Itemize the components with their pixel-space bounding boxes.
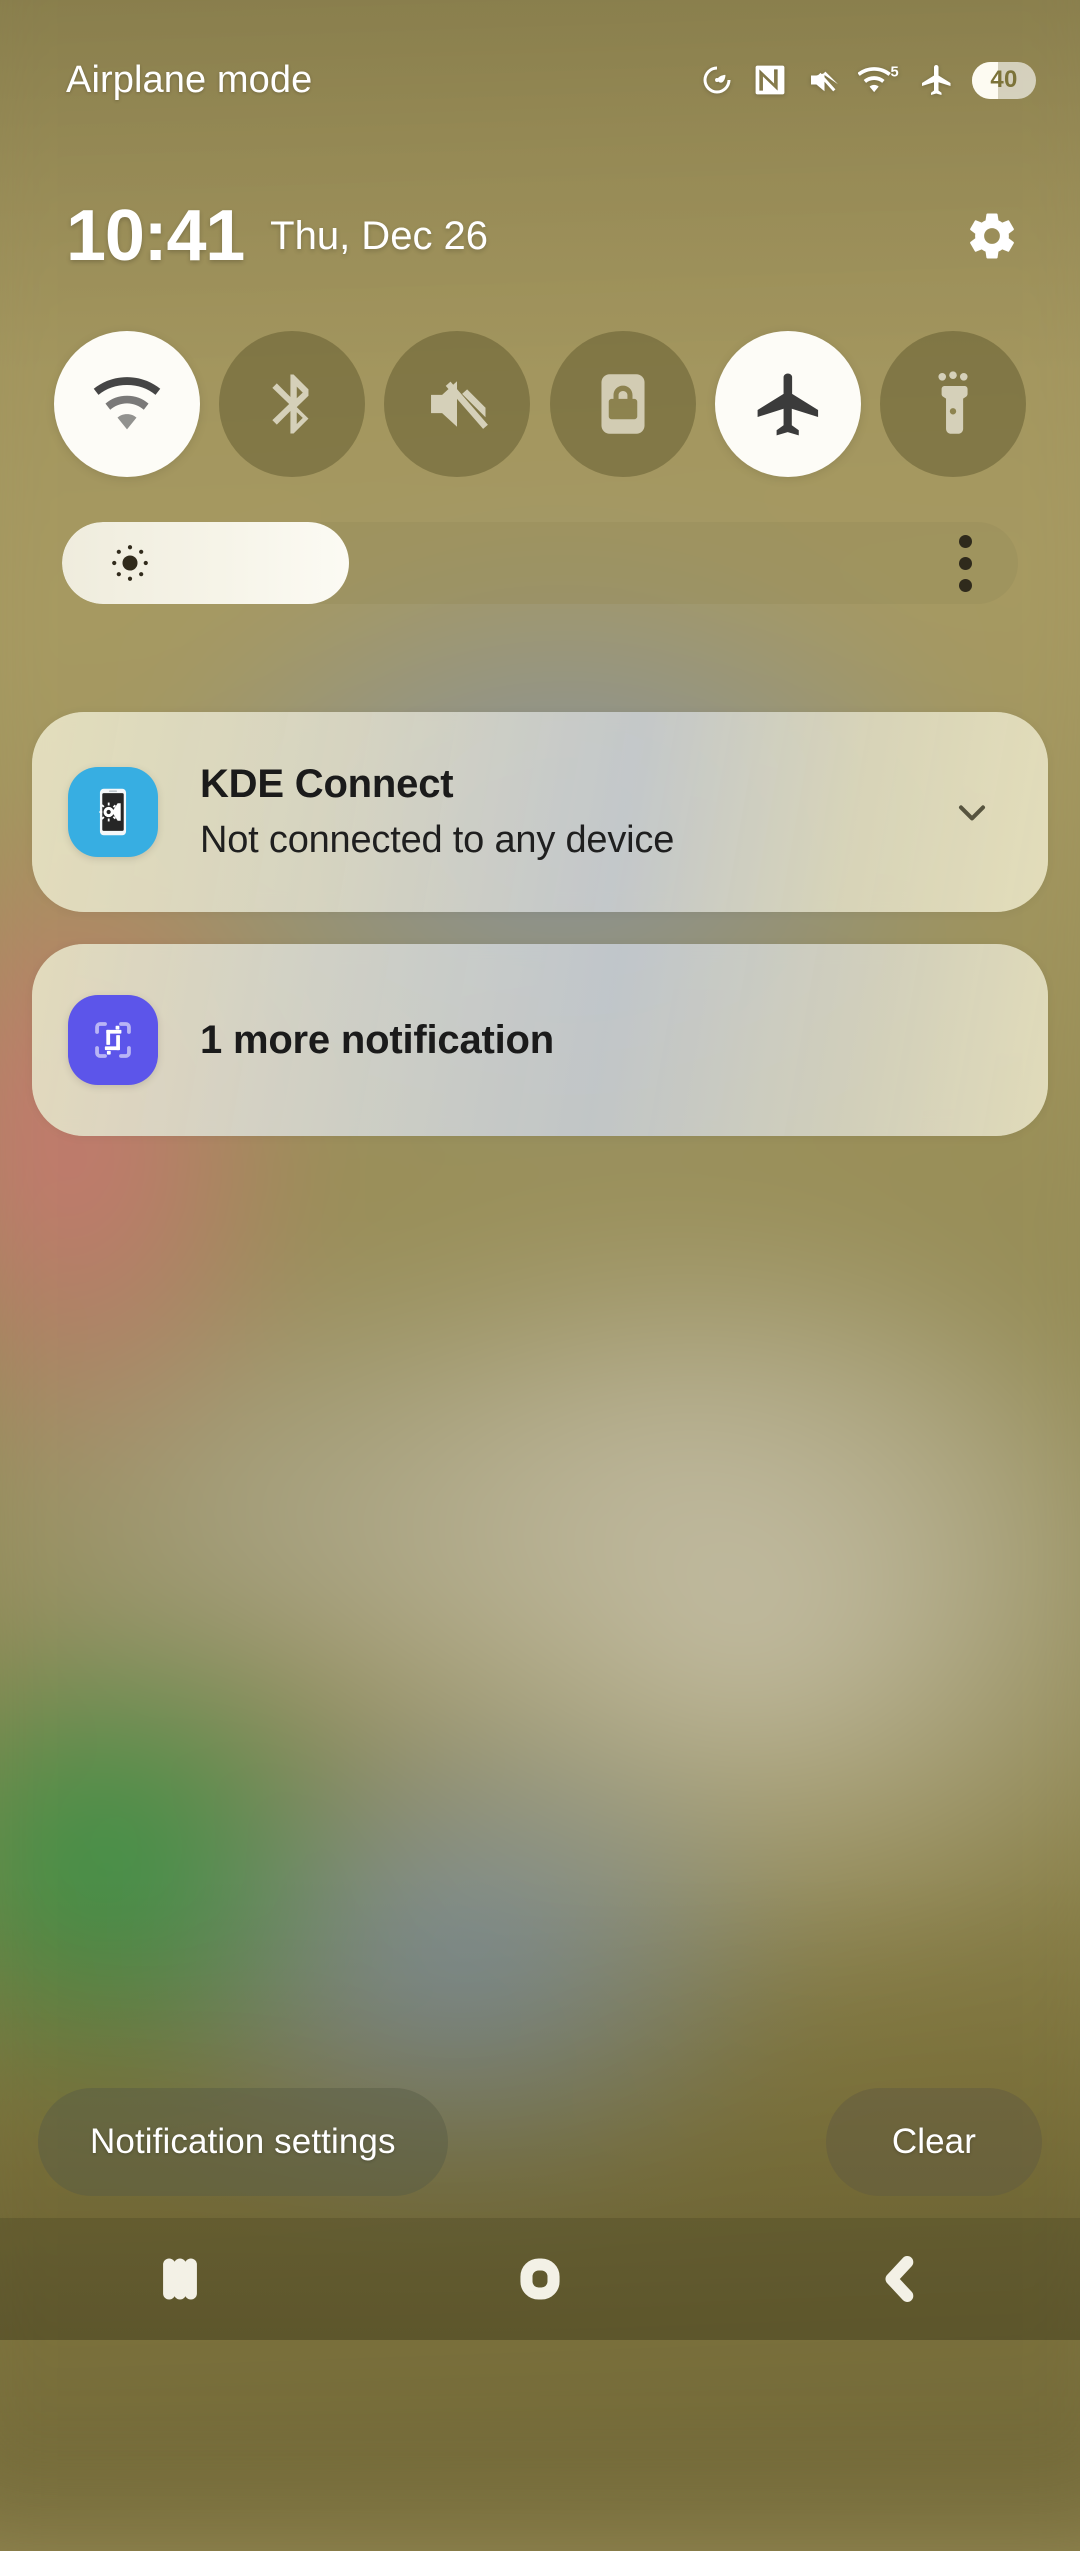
home-button[interactable] bbox=[450, 2218, 630, 2340]
clock-time: 10:41 bbox=[66, 196, 245, 276]
clock-date: Thu, Dec 26 bbox=[270, 213, 489, 258]
data-saver-icon bbox=[703, 66, 731, 94]
notification-content: KDE Connect Not connected to any device bbox=[200, 762, 948, 861]
quick-toggle-mute[interactable] bbox=[384, 331, 531, 477]
status-bar-label: Airplane mode bbox=[66, 58, 313, 101]
notification-shade: Airplane mode 5 40 10:41 Thu, Dec 26 KDE… bbox=[0, 0, 1080, 2340]
airplane-mode-icon bbox=[922, 65, 951, 95]
battery-indicator: 40 bbox=[972, 61, 1036, 99]
brightness-sun-icon bbox=[112, 545, 148, 581]
notification-title: KDE Connect bbox=[200, 762, 454, 807]
recents-button[interactable] bbox=[90, 2218, 270, 2340]
rotation-lock-icon bbox=[601, 374, 645, 434]
notification-title: 1 more notification bbox=[200, 1017, 555, 1062]
capture-glyph bbox=[95, 1022, 131, 1058]
battery-level-text: 40 bbox=[990, 66, 1018, 93]
home-icon bbox=[520, 2258, 560, 2300]
quick-toggle-bluetooth[interactable] bbox=[219, 331, 366, 477]
gear-icon bbox=[970, 213, 1014, 259]
brightness-slider-fill bbox=[62, 522, 349, 604]
notification-content: 1 more notification bbox=[200, 1018, 1048, 1063]
notification-kde-connect[interactable]: KDE Connect Not connected to any device bbox=[32, 712, 1048, 912]
notification-list: KDE Connect Not connected to any device bbox=[32, 712, 1048, 1136]
wifi-icon bbox=[93, 377, 161, 430]
airplane-icon bbox=[757, 373, 818, 436]
kde-phone-glyph bbox=[99, 788, 127, 836]
clear-button[interactable]: Clear bbox=[825, 2088, 1042, 2196]
status-bar: Airplane mode 5 40 bbox=[0, 0, 1080, 160]
quick-toggle-wifi[interactable] bbox=[54, 331, 200, 477]
notification-expand-button[interactable] bbox=[948, 788, 996, 836]
svg-text:5: 5 bbox=[891, 64, 899, 80]
navigation-bar bbox=[0, 2218, 1080, 2340]
status-bar-icons: 5 40 bbox=[699, 61, 1036, 99]
clock-row: 10:41 Thu, Dec 26 bbox=[66, 188, 1028, 284]
shade-footer: Notification settings Clear bbox=[38, 2088, 1042, 2196]
mute-icon bbox=[431, 381, 489, 429]
flashlight-icon bbox=[938, 371, 968, 434]
kde-connect-icon bbox=[68, 767, 158, 857]
notification-settings-button[interactable]: Notification settings bbox=[38, 2088, 448, 2196]
brightness-slider[interactable] bbox=[62, 522, 1018, 604]
notification-more[interactable]: 1 more notification bbox=[32, 944, 1048, 1136]
overflow-menu-icon[interactable] bbox=[959, 534, 972, 592]
back-button[interactable] bbox=[810, 2218, 990, 2340]
quick-toggle-airplane-mode[interactable] bbox=[714, 331, 861, 477]
mute-icon bbox=[811, 71, 838, 92]
screenshot-capture-icon bbox=[68, 995, 158, 1085]
quick-settings-row bbox=[54, 330, 1026, 478]
chevron-down-icon bbox=[958, 805, 986, 821]
nfc-icon bbox=[755, 65, 785, 95]
settings-button[interactable] bbox=[956, 200, 1028, 272]
bluetooth-icon bbox=[272, 374, 309, 434]
quick-toggle-flashlight[interactable] bbox=[879, 331, 1026, 477]
quick-toggle-auto-rotate[interactable] bbox=[549, 331, 696, 477]
wifi-icon: 5 bbox=[858, 64, 899, 93]
back-icon bbox=[885, 2256, 914, 2302]
notification-text: Not connected to any device bbox=[200, 819, 675, 862]
recents-icon bbox=[163, 2258, 197, 2300]
